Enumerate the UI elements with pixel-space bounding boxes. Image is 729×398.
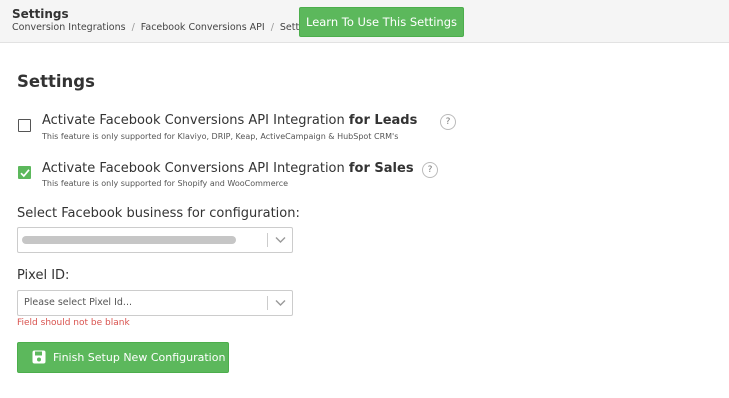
sales-option-label: Activate Facebook Conversions API Integr… [42,161,345,176]
pixel-id-error: Field should not be blank [17,318,130,328]
leads-option-bold: for Leads [348,113,418,128]
chevron-down-icon [275,300,286,306]
chevron-down-icon [275,237,286,243]
sales-option-bold: for Sales [348,161,414,176]
pixel-id-placeholder: Please select Pixel Id... [24,297,132,308]
floppy-disk-icon [32,350,46,364]
leads-option-description: This feature is only supported for Klavi… [42,132,399,141]
sales-option-title: Activate Facebook Conversions API Integr… [42,161,414,176]
business-select[interactable] [17,227,293,253]
section-title: Settings [17,72,95,91]
leads-option-label: Activate Facebook Conversions API Integr… [42,113,345,128]
business-select-value [22,236,236,244]
page-title: Settings [12,7,69,21]
leads-help-icon[interactable]: ? [440,114,456,130]
top-bar: Settings Conversion Integrations / Faceboo… [0,0,729,43]
sales-checkbox[interactable] [18,166,31,179]
sales-option-description: This feature is only supported for Shopi… [42,179,289,188]
pixel-id-select[interactable]: Please select Pixel Id... [17,290,293,316]
breadcrumb: Conversion Integrations / Facebook Convers… [12,22,319,33]
breadcrumb-conversion-integrations[interactable]: Conversion Integrations [12,22,126,33]
finish-setup-button[interactable]: Finish Setup New Configuration [17,342,229,373]
breadcrumb-facebook-conversions-api[interactable]: Facebook Conversions API [141,22,265,33]
learn-settings-button[interactable]: Learn To Use This Settings [299,7,464,37]
select-divider [267,233,268,247]
finish-setup-label: Finish Setup New Configuration [53,351,226,364]
checkmark-icon [20,169,30,178]
leads-option-title: Activate Facebook Conversions API Integr… [42,113,417,128]
leads-checkbox[interactable] [18,119,31,132]
breadcrumb-separator: / [131,22,135,33]
breadcrumb-separator: / [270,22,274,33]
business-select-label: Select Facebook business for configurati… [17,206,300,221]
sales-help-icon[interactable]: ? [422,162,438,178]
pixel-id-label: Pixel ID: [17,268,70,283]
select-divider [267,296,268,310]
